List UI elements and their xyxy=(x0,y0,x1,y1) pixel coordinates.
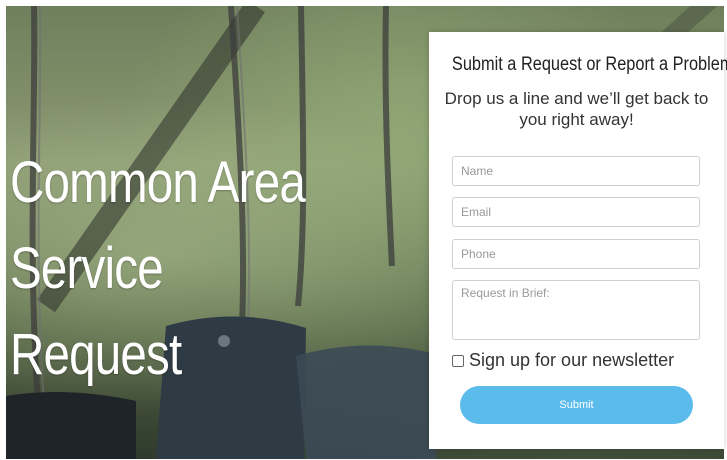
request-textarea[interactable] xyxy=(452,280,700,340)
submit-button[interactable]: Submit xyxy=(460,386,693,424)
hero-title-line-1: Common Area xyxy=(10,150,306,215)
request-form-panel: Submit a Request or Report a Problem Dro… xyxy=(429,32,727,449)
hero-title: Common Area Service Request xyxy=(10,140,306,398)
newsletter-option[interactable]: Sign up for our newsletter xyxy=(452,350,674,371)
page: Common Area Service Request Submit a Req… xyxy=(0,0,727,460)
email-input[interactable] xyxy=(452,197,700,227)
form-heading: Submit a Request or Report a Problem xyxy=(429,54,727,76)
form-heading-text: Submit a Request or Report a Problem xyxy=(451,54,727,75)
newsletter-checkbox[interactable] xyxy=(452,354,464,367)
name-input[interactable] xyxy=(452,156,700,186)
phone-input[interactable] xyxy=(452,239,700,269)
hero-title-line-2: Service xyxy=(10,236,164,301)
form-subheading: Drop us a line and we’ll get back to you… xyxy=(444,89,709,129)
hero-title-line-3: Request xyxy=(10,322,182,387)
newsletter-label: Sign up for our newsletter xyxy=(469,350,675,370)
